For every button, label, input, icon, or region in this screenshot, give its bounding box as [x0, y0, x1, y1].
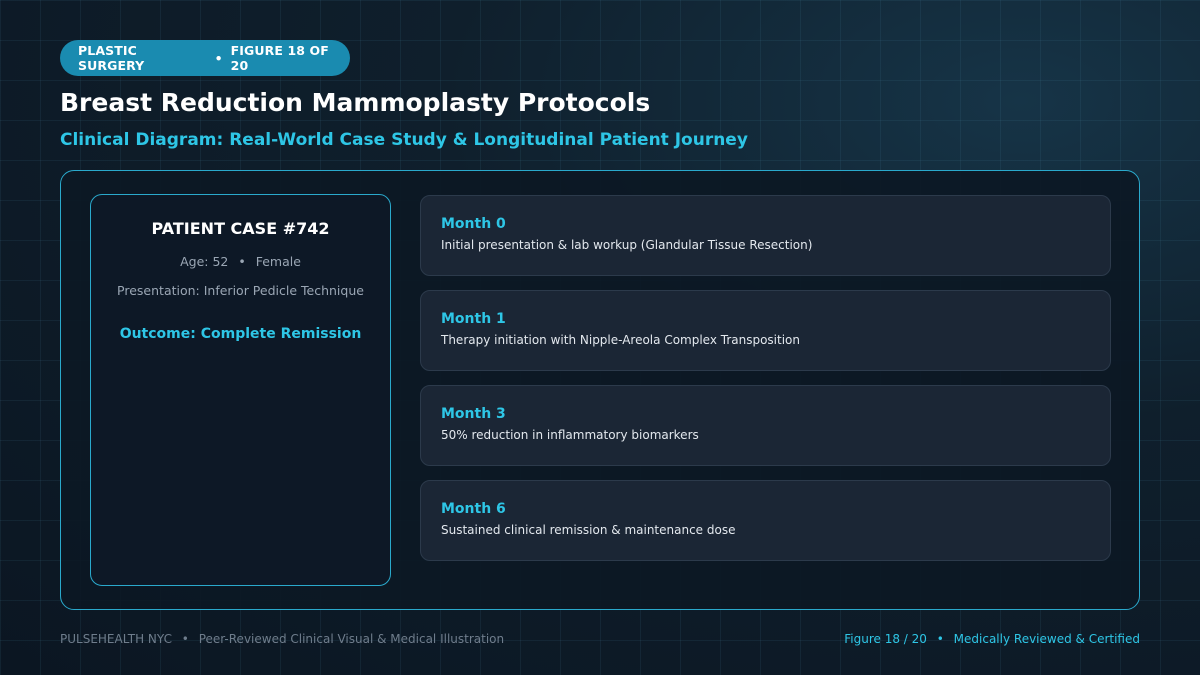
- timeline-description: Therapy initiation with Nipple-Areola Co…: [441, 333, 801, 347]
- timeline-step: Month 0 Initial presentation & lab worku…: [420, 195, 1111, 276]
- case-sex: Female: [255, 254, 301, 269]
- case-separator: •: [238, 254, 246, 269]
- figure-badge: PLASTIC SURGERY • FIGURE 18 OF 20: [60, 40, 350, 76]
- timeline-month: Month 1: [441, 311, 506, 327]
- certification-label: Medically Reviewed & Certified: [953, 632, 1140, 646]
- timeline-description: Sustained clinical remission & maintenan…: [441, 523, 736, 537]
- footer-brand: PULSEHEALTH NYC • Peer-Reviewed Clinical…: [60, 632, 504, 646]
- footer-certification: Figure 18 / 20 • Medically Reviewed & Ce…: [844, 632, 1140, 646]
- timeline-step: Month 1 Therapy initiation with Nipple-A…: [420, 290, 1111, 371]
- case-presentation: Presentation: Inferior Pedicle Technique: [117, 283, 364, 298]
- footer-separator: •: [181, 632, 189, 646]
- case-title: PATIENT CASE #742: [151, 219, 330, 238]
- timeline-description: Initial presentation & lab workup (Gland…: [441, 238, 813, 252]
- timeline-description: 50% reduction in inflammatory biomarkers: [441, 428, 699, 442]
- category-label: PLASTIC SURGERY: [78, 43, 145, 73]
- footer-figure: Figure 18 / 20: [844, 632, 927, 646]
- figure-label: FIGURE 18 OF 20: [230, 43, 329, 73]
- timeline-month: Month 3: [441, 406, 506, 422]
- case-age: Age: 52: [180, 254, 229, 269]
- timeline-month: Month 6: [441, 501, 506, 517]
- page-subtitle: Clinical Diagram: Real-World Case Study …: [60, 130, 748, 150]
- footer-separator: •: [936, 632, 944, 646]
- brand-tagline: Peer-Reviewed Clinical Visual & Medical …: [198, 632, 505, 646]
- case-study-panel: PATIENT CASE #742 Age: 52 • Female Prese…: [60, 170, 1140, 610]
- case-outcome: Outcome: Complete Remission: [119, 326, 362, 342]
- badge-separator: •: [214, 50, 223, 66]
- page-title: Breast Reduction Mammoplasty Protocols: [60, 88, 651, 117]
- case-demographics: Age: 52 • Female: [91, 254, 390, 269]
- timeline-step: Month 6 Sustained clinical remission & m…: [420, 480, 1111, 561]
- timeline-month: Month 0: [441, 216, 506, 232]
- patient-case-card: PATIENT CASE #742 Age: 52 • Female Prese…: [90, 194, 391, 586]
- timeline-step: Month 3 50% reduction in inflammatory bi…: [420, 385, 1111, 466]
- brand-name: PULSEHEALTH NYC: [60, 632, 172, 646]
